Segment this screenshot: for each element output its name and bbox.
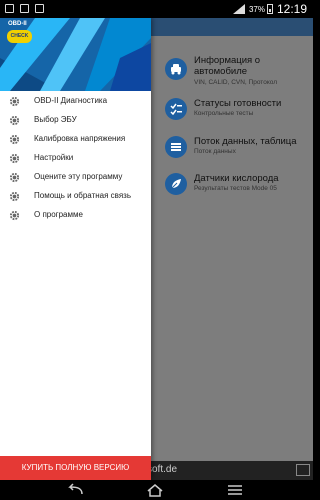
battery-icon <box>266 4 273 14</box>
back-icon[interactable] <box>66 483 84 497</box>
drawer-menu: OBD-II Диагностика Выбор ЭБУ Калибровка … <box>0 92 151 225</box>
gear-icon <box>9 115 20 126</box>
menu-item-obd-diagnostics[interactable]: OBD-II Диагностика <box>0 92 151 111</box>
ad-banner[interactable]: soft.de <box>147 461 313 480</box>
app-content: Информация о автомобиле VIN, CALID, CVN,… <box>0 18 313 480</box>
main-list: Информация о автомобиле VIN, CALID, CVN,… <box>151 52 313 207</box>
menu-item-label: Помощь и обратная связь <box>34 191 131 200</box>
main-item-subtitle: Результаты тестов Mode 05 <box>194 185 277 192</box>
clock: 12:19 <box>276 2 307 16</box>
main-item-title: Поток данных, таблица <box>194 136 297 147</box>
menu-item-label: Калибровка напряжения <box>34 134 126 143</box>
gear-icon <box>9 191 20 202</box>
menu-item-help-feedback[interactable]: Помощь и обратная связь <box>0 187 151 206</box>
battery-percent: 37% <box>248 4 265 14</box>
main-item-oxygen-sensors[interactable]: Датчики кислорода Результаты тестов Mode… <box>151 167 313 207</box>
list-icon <box>165 136 187 158</box>
signal-icon <box>232 4 245 14</box>
app-logo: OBD-II CHECK <box>6 21 34 45</box>
menu-icon[interactable] <box>226 483 244 497</box>
main-item-subtitle: Поток данных <box>194 148 236 155</box>
main-item-title: Статусы готовности <box>194 98 282 109</box>
main-item-subtitle: Контрольные тесты <box>194 110 254 117</box>
drawer-header: OBD-II CHECK <box>0 18 151 91</box>
gear-icon <box>9 96 20 107</box>
main-item-vehicle-info[interactable]: Информация о автомобиле VIN, CALID, CVN,… <box>151 52 313 92</box>
ad-icon <box>296 464 310 476</box>
buy-full-version-button[interactable]: КУПИТЬ ПОЛНУЮ ВЕРСИЮ <box>0 456 151 480</box>
gear-icon <box>9 134 20 145</box>
gear-icon <box>9 210 20 221</box>
menu-item-label: Оцените эту программу <box>34 172 123 181</box>
camera-icon <box>20 4 29 13</box>
menu-item-label: О программе <box>34 210 83 219</box>
image-icon <box>5 4 14 13</box>
menu-item-label: OBD-II Диагностика <box>34 96 108 105</box>
navigation-drawer: OBD-II CHECK OBD-II Диагностика Выбор ЭБ… <box>0 18 151 480</box>
car-icon <box>165 58 187 80</box>
menu-item-settings[interactable]: Настройки <box>0 149 151 168</box>
menu-item-ecu-select[interactable]: Выбор ЭБУ <box>0 111 151 130</box>
main-item-title: Информация о автомобиле <box>194 55 261 77</box>
menu-item-voltage-calibration[interactable]: Калибровка напряжения <box>0 130 151 149</box>
menu-item-label: Настройки <box>34 153 74 162</box>
menu-item-rate-app[interactable]: Оцените эту программу <box>0 168 151 187</box>
ad-text: soft.de <box>147 464 178 475</box>
status-bar: 37% 12:19 <box>0 0 313 18</box>
main-item-data-stream[interactable]: Поток данных, таблица Поток данных <box>151 130 313 167</box>
gear-icon <box>9 153 20 164</box>
menu-item-about[interactable]: О программе <box>0 206 151 225</box>
gear-icon <box>9 172 20 183</box>
download-icon <box>35 4 44 13</box>
leaf-icon <box>165 173 187 195</box>
main-item-subtitle: VIN, CALID, CVN, Протокол <box>194 79 277 86</box>
main-item-readiness[interactable]: Статусы готовности Контрольные тесты <box>151 92 313 130</box>
list-check-icon <box>165 98 187 120</box>
main-item-title: Датчики кислорода <box>194 173 279 184</box>
home-icon[interactable] <box>146 483 164 497</box>
menu-item-label: Выбор ЭБУ <box>34 115 77 124</box>
system-navigation-bar <box>0 480 313 500</box>
